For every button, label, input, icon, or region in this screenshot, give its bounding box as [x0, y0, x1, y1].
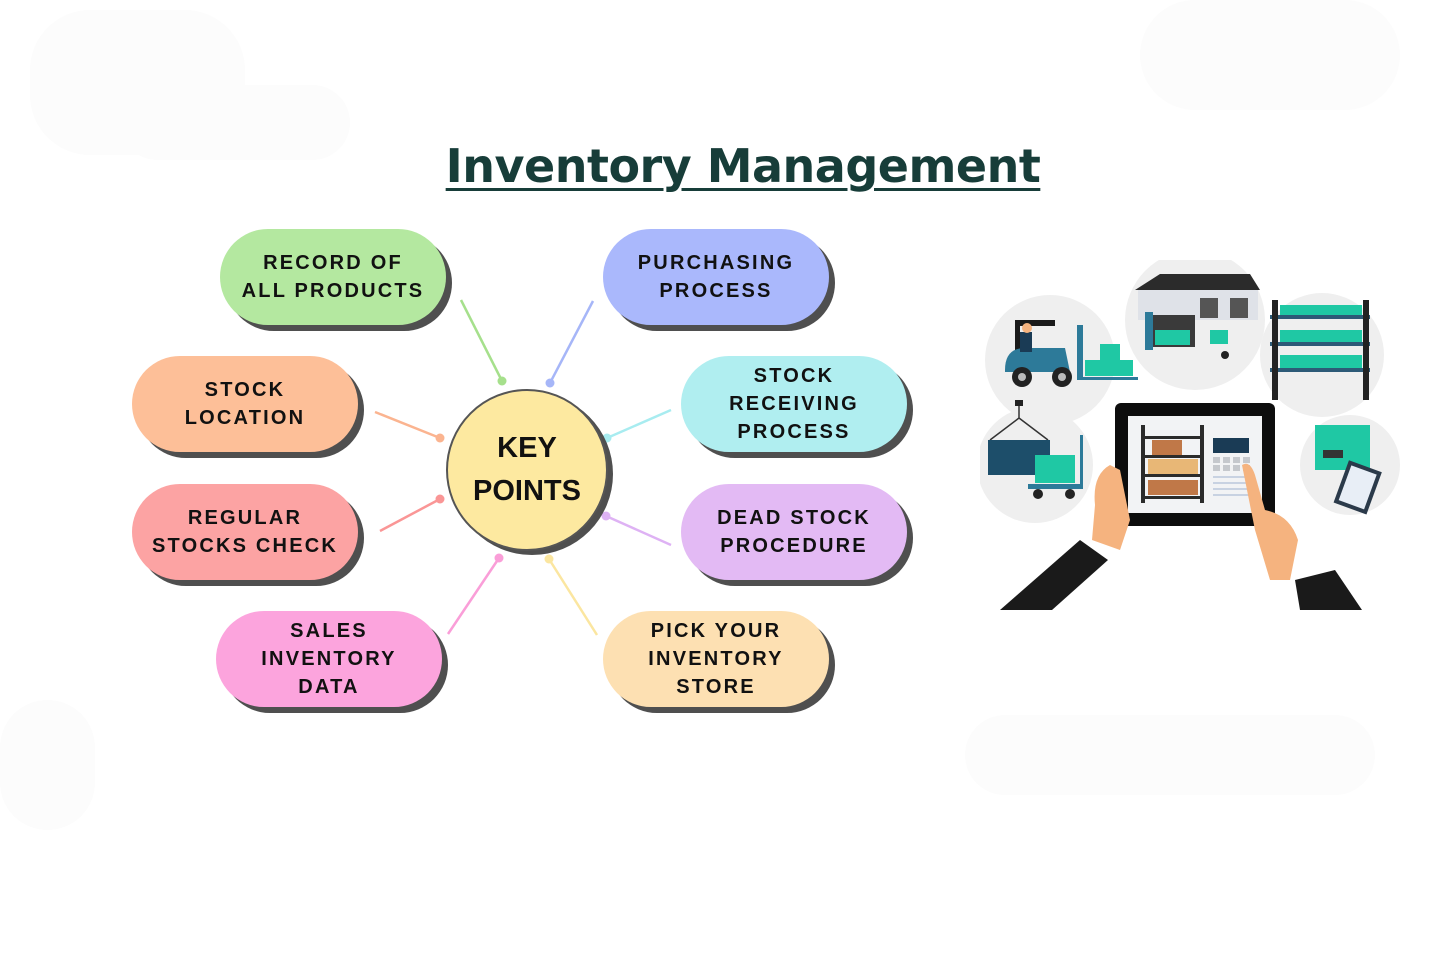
node-sales-inventory-data: SALES INVENTORY DATA: [216, 611, 442, 707]
connector-regular-stocks-check: [379, 497, 441, 533]
node-stock-receiving-process: STOCK RECEIVING PROCESS: [681, 356, 907, 452]
connector-dot-stock-receiving-process: [602, 433, 612, 443]
connector-dot-sales-inventory-data: [494, 553, 504, 563]
connector-dot-regular-stocks-check: [435, 494, 445, 504]
node-record-of-all-products: RECORD OF ALL PRODUCTS: [220, 229, 446, 325]
connector-stock-location: [374, 410, 441, 440]
node-stock-location: STOCK LOCATION: [132, 356, 358, 452]
node-dead-stock-procedure: DEAD STOCK PROCEDURE: [681, 484, 907, 580]
connector-pick-your-inventory-store: [547, 558, 599, 636]
connector-record-of-all-products: [459, 299, 504, 382]
connector-dot-stock-location: [435, 433, 445, 443]
key-points-hub: KEY POINTS: [446, 389, 608, 551]
connector-dot-record-of-all-products: [497, 376, 507, 386]
inventory-illustration: [980, 260, 1400, 610]
connector-sales-inventory-data: [446, 557, 501, 635]
connector-purchasing-process: [548, 300, 595, 384]
node-pick-your-inventory-store: PICK YOUR INVENTORY STORE: [603, 611, 829, 707]
connector-dead-stock-procedure: [605, 514, 672, 547]
connector-dot-pick-your-inventory-store: [544, 554, 554, 564]
node-purchasing-process: PURCHASING PROCESS: [603, 229, 829, 325]
connector-dot-dead-stock-procedure: [601, 511, 611, 521]
connector-dot-purchasing-process: [545, 378, 555, 388]
connector-stock-receiving-process: [606, 408, 672, 440]
node-regular-stocks-check: REGULAR STOCKS CHECK: [132, 484, 358, 580]
